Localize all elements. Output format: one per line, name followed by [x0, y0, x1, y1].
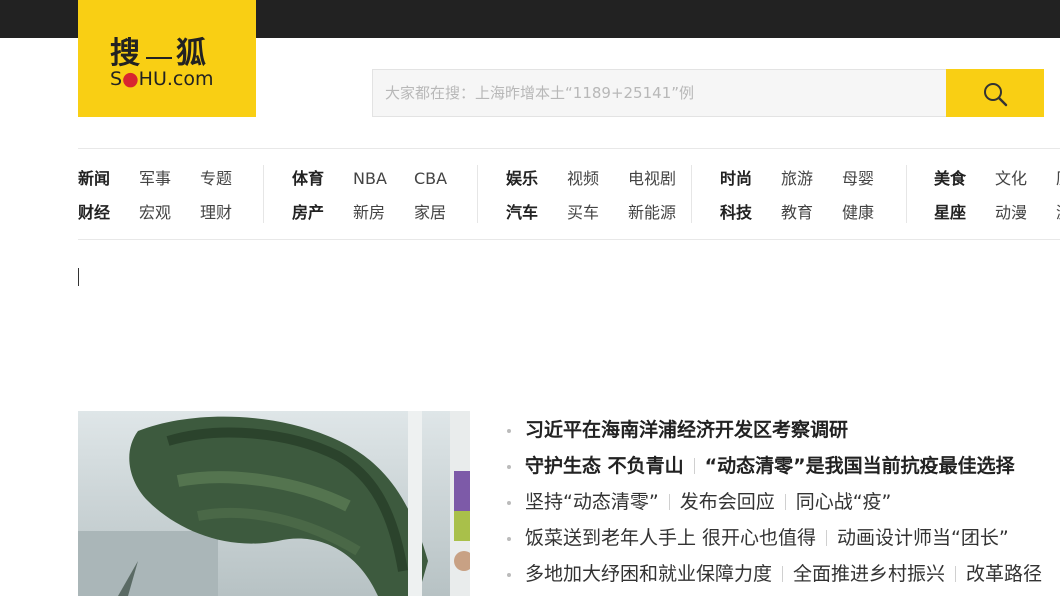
- nav-item[interactable]: 汽车: [506, 203, 538, 223]
- nav-item[interactable]: 家居: [414, 203, 446, 223]
- nav-item[interactable]: 教育: [781, 203, 813, 223]
- news-link[interactable]: 坚持“动态清零”: [525, 491, 659, 513]
- list-item: 守护生态 不负青山 “动态清零”是我国当前抗疫最佳选择: [507, 454, 1060, 490]
- news-link[interactable]: 改革路径: [966, 563, 1042, 585]
- nav-item[interactable]: 娱乐: [506, 169, 538, 189]
- news-separator: [826, 530, 828, 546]
- search-button[interactable]: [946, 69, 1044, 117]
- channel-nav: 新闻 军事 专题 财经 宏观 理财 体育 NBA CBA 房产 新房 家居 娱乐…: [78, 160, 1060, 230]
- nav-divider-bottom: [78, 239, 1060, 240]
- headline-photo[interactable]: [78, 411, 470, 596]
- news-link[interactable]: 动画设计师当“团长”: [837, 527, 1009, 549]
- logo-english-text: S●HU.com: [110, 68, 214, 90]
- news-link[interactable]: 守护生态 不负青山: [525, 455, 684, 477]
- news-link[interactable]: 习近平在海南洋浦经济开发区考察调研: [525, 419, 848, 441]
- list-item: 习近平在海南洋浦经济开发区考察调研: [507, 418, 1060, 454]
- nav-item[interactable]: 买车: [567, 203, 599, 223]
- nav-item[interactable]: 游: [1056, 203, 1060, 223]
- nav-item[interactable]: 科技: [720, 203, 752, 223]
- sohu-logo[interactable]: 搜狐 S●HU.com: [78, 0, 256, 117]
- nav-separator: [477, 165, 478, 223]
- nav-item[interactable]: 美食: [934, 169, 966, 189]
- nav-separator: [263, 165, 264, 223]
- nav-item[interactable]: 时尚: [720, 169, 752, 189]
- news-link[interactable]: “动态清零”是我国当前抗疫最佳选择: [705, 455, 1015, 477]
- nav-item[interactable]: 电视剧: [628, 169, 676, 189]
- nav-item[interactable]: 体育: [292, 169, 324, 189]
- list-item: 多地加大纾困和就业保障力度 全面推进乡村振兴 改革路径: [507, 562, 1060, 598]
- news-link[interactable]: 发布会回应: [680, 491, 775, 513]
- nav-item[interactable]: 新闻: [78, 169, 110, 189]
- nav-item[interactable]: 星座: [934, 203, 966, 223]
- news-link[interactable]: 全面推进乡村振兴: [793, 563, 945, 585]
- news-separator: [782, 566, 784, 582]
- news-separator: [693, 458, 695, 474]
- nav-separator: [691, 165, 692, 223]
- nav-item[interactable]: 军事: [139, 169, 171, 189]
- nav-separator: [906, 165, 907, 223]
- nav-item[interactable]: 新房: [353, 203, 385, 223]
- logo-chinese-text: 搜狐: [110, 36, 208, 71]
- news-separator: [668, 494, 670, 510]
- nav-item[interactable]: 新能源: [628, 203, 676, 223]
- news-link[interactable]: 同心战“疫”: [796, 491, 892, 513]
- news-link[interactable]: 多地加大纾困和就业保障力度: [525, 563, 772, 585]
- nav-item[interactable]: NBA: [353, 169, 387, 189]
- nav-item[interactable]: 历: [1056, 169, 1060, 189]
- nav-item[interactable]: 母婴: [842, 169, 874, 189]
- headline-news-list: 习近平在海南洋浦经济开发区考察调研 守护生态 不负青山 “动态清零”是我国当前抗疫…: [507, 418, 1060, 598]
- list-item: 饭菜送到老年人手上 很开心也值得 动画设计师当“团长”: [507, 526, 1060, 562]
- nav-item[interactable]: 旅游: [781, 169, 813, 189]
- nav-item[interactable]: 宏观: [139, 203, 171, 223]
- nav-item[interactable]: 视频: [567, 169, 599, 189]
- search-icon: [984, 83, 1008, 107]
- nav-item[interactable]: 理财: [200, 203, 232, 223]
- storm-trees-image: [78, 411, 470, 596]
- nav-item[interactable]: CBA: [414, 169, 447, 189]
- text-cursor: [78, 268, 79, 286]
- nav-item[interactable]: 文化: [995, 169, 1027, 189]
- nav-item[interactable]: 房产: [292, 203, 324, 223]
- nav-item[interactable]: 健康: [842, 203, 874, 223]
- search-box: [372, 69, 947, 117]
- nav-item[interactable]: 动漫: [995, 203, 1027, 223]
- nav-divider-top: [78, 148, 1060, 149]
- news-link[interactable]: 饭菜送到老年人手上 很开心也值得: [525, 527, 816, 549]
- nav-item[interactable]: 专题: [200, 169, 232, 189]
- nav-item[interactable]: 财经: [78, 203, 110, 223]
- news-separator: [784, 494, 786, 510]
- list-item: 坚持“动态清零” 发布会回应 同心战“疫”: [507, 490, 1060, 526]
- news-separator: [955, 566, 957, 582]
- search-input[interactable]: [373, 70, 946, 116]
